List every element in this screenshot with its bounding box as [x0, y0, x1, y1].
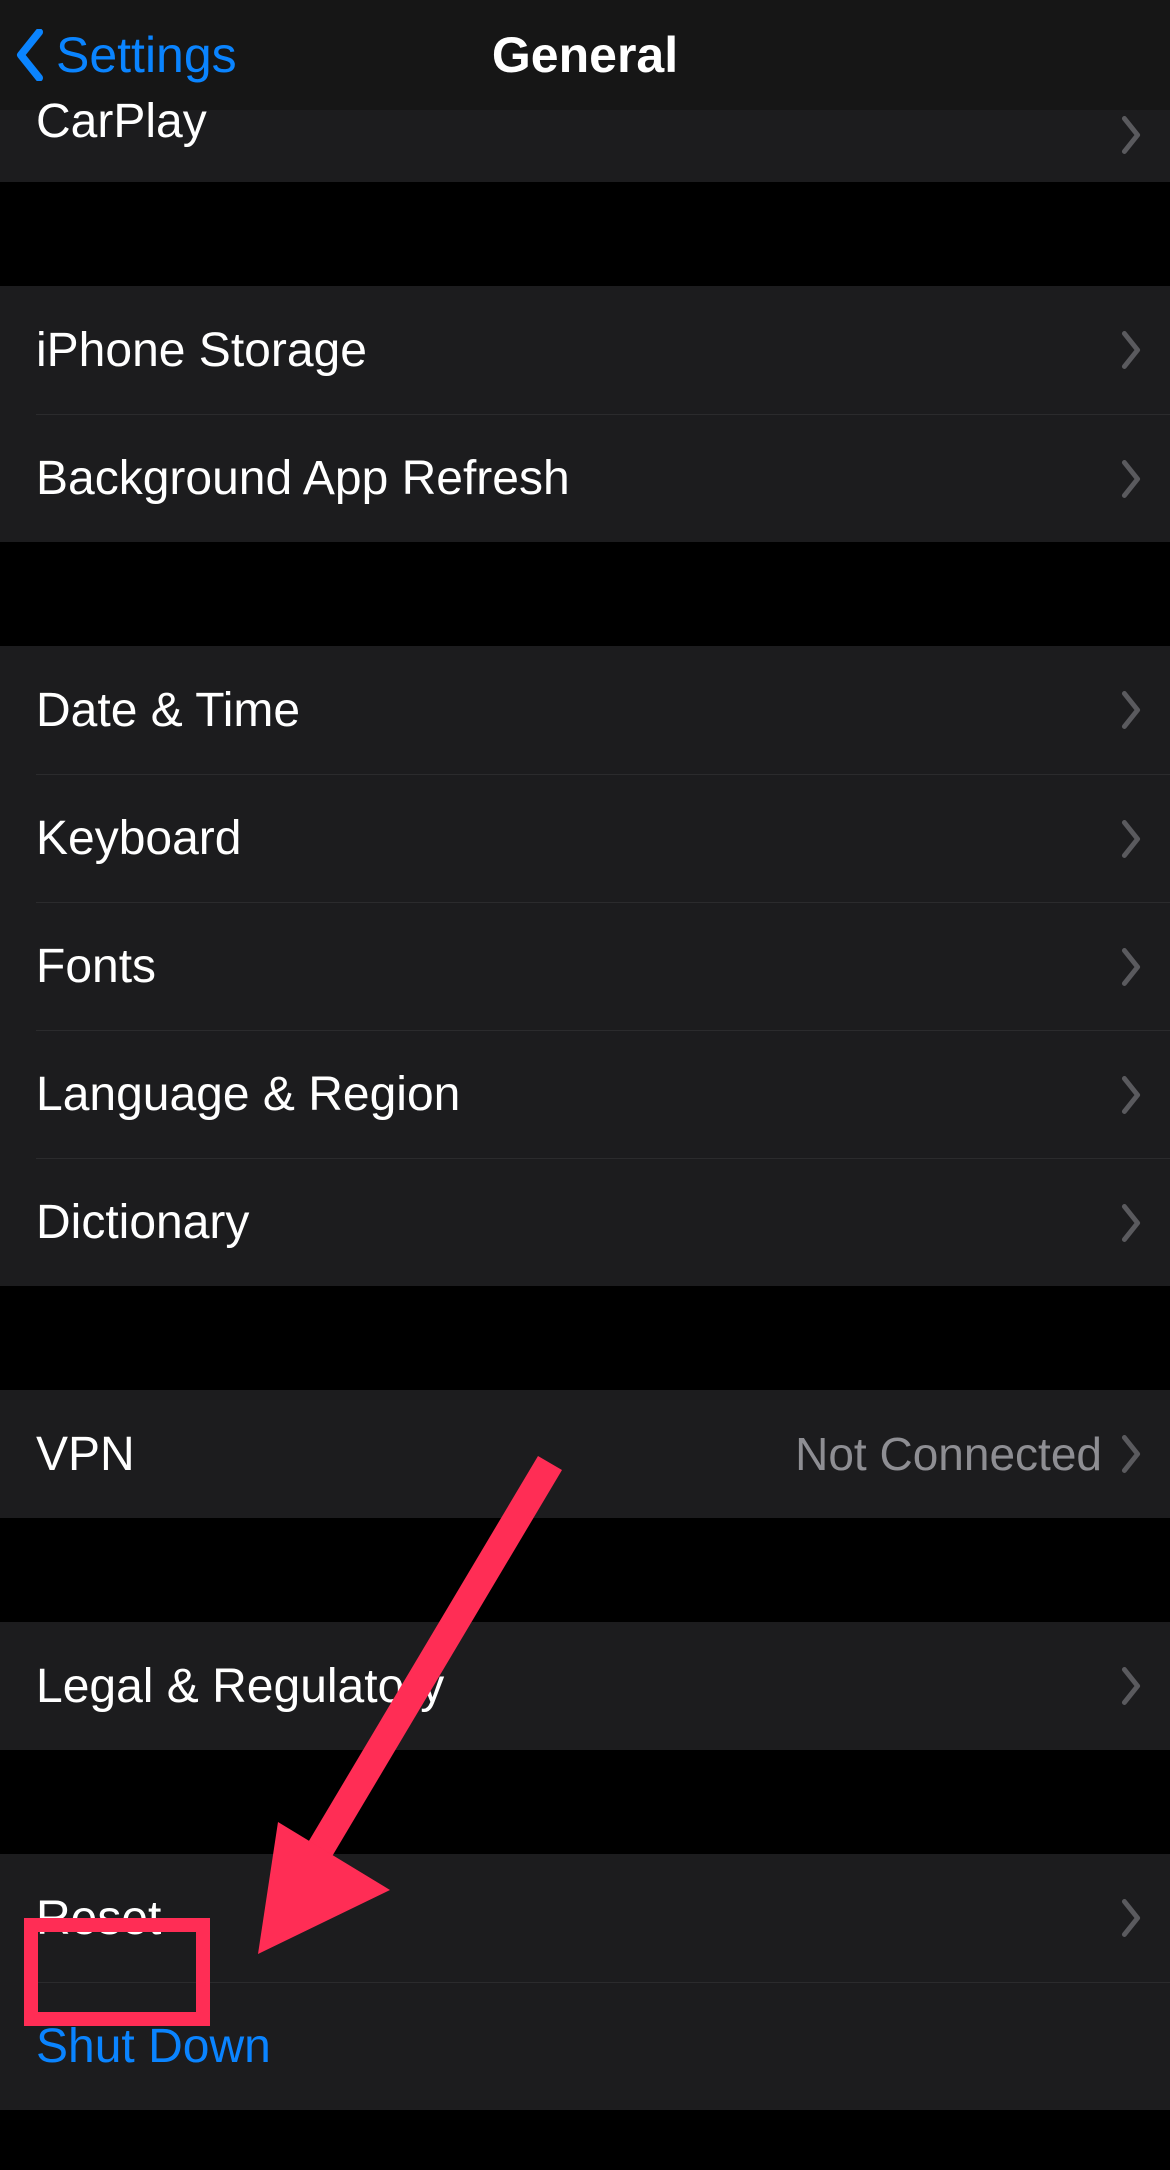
- row-shut-down[interactable]: Shut Down: [36, 1982, 1170, 2110]
- row-label: Background App Refresh: [36, 451, 1120, 506]
- section-gap: [0, 1750, 1170, 1854]
- chevron-right-icon: [1120, 948, 1142, 986]
- section-gap: [0, 182, 1170, 286]
- chevron-right-icon: [1120, 1899, 1142, 1937]
- row-reset[interactable]: Reset: [0, 1854, 1170, 1982]
- row-carplay[interactable]: CarPlay: [0, 110, 1170, 182]
- row-vpn[interactable]: VPNNot Connected: [0, 1390, 1170, 1518]
- chevron-right-icon: [1120, 116, 1142, 154]
- row-fonts[interactable]: Fonts: [36, 902, 1170, 1030]
- row-label: Legal & Regulatory: [36, 1659, 1120, 1714]
- chevron-right-icon: [1120, 1076, 1142, 1114]
- row-label: Dictionary: [36, 1195, 1120, 1250]
- section-gap: [0, 1286, 1170, 1390]
- row-label: CarPlay: [36, 94, 1120, 149]
- chevron-right-icon: [1120, 691, 1142, 729]
- row-label: iPhone Storage: [36, 323, 1120, 378]
- row-keyboard[interactable]: Keyboard: [36, 774, 1170, 902]
- row-detail: Not Connected: [795, 1427, 1102, 1481]
- section-gap: [0, 1518, 1170, 1622]
- settings-group: Reset Shut Down: [0, 1854, 1170, 2110]
- row-background-app-refresh[interactable]: Background App Refresh: [36, 414, 1170, 542]
- chevron-right-icon: [1120, 1667, 1142, 1705]
- chevron-right-icon: [1120, 331, 1142, 369]
- row-legal-regulatory[interactable]: Legal & Regulatory: [0, 1622, 1170, 1750]
- row-label: Shut Down: [36, 2019, 1142, 2074]
- row-dictionary[interactable]: Dictionary: [36, 1158, 1170, 1286]
- row-language-region[interactable]: Language & Region: [36, 1030, 1170, 1158]
- row-label: Fonts: [36, 939, 1120, 994]
- chevron-left-icon: [14, 29, 46, 81]
- chevron-right-icon: [1120, 1435, 1142, 1473]
- settings-group: VPNNot Connected: [0, 1390, 1170, 1518]
- settings-group: Date & Time Keyboard Fonts Language & Regio…: [0, 646, 1170, 1286]
- chevron-right-icon: [1120, 1204, 1142, 1242]
- row-label: Reset: [36, 1891, 1120, 1946]
- row-label: Date & Time: [36, 683, 1120, 738]
- chevron-right-icon: [1120, 820, 1142, 858]
- row-iphone-storage[interactable]: iPhone Storage: [0, 286, 1170, 414]
- back-label: Settings: [56, 26, 237, 84]
- settings-group: CarPlay: [0, 110, 1170, 182]
- row-label: VPN: [36, 1427, 795, 1482]
- section-gap: [0, 542, 1170, 646]
- settings-group: Legal & Regulatory: [0, 1622, 1170, 1750]
- row-date-time[interactable]: Date & Time: [0, 646, 1170, 774]
- row-label: Language & Region: [36, 1067, 1120, 1122]
- settings-group: iPhone Storage Background App Refresh: [0, 286, 1170, 542]
- row-label: Keyboard: [36, 811, 1120, 866]
- chevron-right-icon: [1120, 460, 1142, 498]
